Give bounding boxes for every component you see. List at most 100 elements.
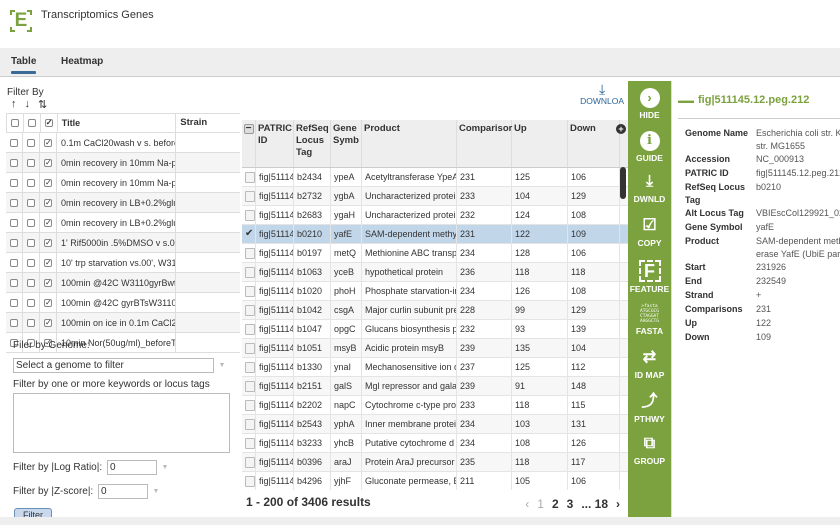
- row-select-checkbox[interactable]: [245, 438, 255, 449]
- hide-button[interactable]: › HIDE: [628, 88, 671, 120]
- gene-row[interactable]: fig|51114 b4296 yjhF Gluconate permease, E2…: [242, 472, 628, 490]
- gene-row[interactable]: fig|51114 b0197 metQ Methionine ABC transp 2…: [242, 244, 628, 263]
- experiment-down-checkbox[interactable]: [27, 158, 35, 167]
- download-button[interactable]: ⤓ DOWNLOA: [580, 82, 624, 106]
- experiment-both-checkbox[interactable]: ✓: [44, 158, 52, 167]
- experiment-both-checkbox[interactable]: ✓: [44, 198, 52, 207]
- row-select-checkbox[interactable]: [245, 267, 255, 278]
- experiment-row[interactable]: ✓ 0min recovery in 10mm Na-p: [6, 152, 240, 173]
- log-ratio-input[interactable]: 0: [107, 460, 157, 475]
- experiment-up-checkbox[interactable]: [10, 158, 18, 167]
- experiment-both-checkbox[interactable]: ✓: [44, 138, 52, 147]
- log-ratio-dropdown-icon[interactable]: ▼: [159, 460, 171, 475]
- column-header-down[interactable]: Down: [568, 120, 620, 167]
- row-select-checkbox[interactable]: [245, 400, 255, 411]
- copy-button[interactable]: ☑ COPY: [628, 216, 671, 248]
- experiment-up-checkbox[interactable]: [10, 138, 18, 147]
- experiment-both-checkbox[interactable]: ✓: [44, 218, 52, 227]
- tab-heatmap[interactable]: Heatmap: [61, 56, 103, 67]
- row-select-checkbox[interactable]: [245, 324, 255, 335]
- dwnld-button[interactable]: ⤓ DWNLD: [628, 172, 671, 204]
- column-header-up[interactable]: Up: [512, 120, 568, 167]
- gene-row[interactable]: fig|51114 b2202 napC Cytochrome c-type pro 2…: [242, 396, 628, 415]
- row-select-checkbox[interactable]: [245, 286, 255, 297]
- add-column-icon[interactable]: +: [616, 124, 626, 134]
- experiment-row[interactable]: ✓ 100min on ice in 0.1m CaCl2: [6, 312, 240, 333]
- zscore-input[interactable]: 0: [98, 484, 148, 499]
- column-header-product[interactable]: Product: [362, 120, 457, 167]
- feature-button[interactable]: F FEATURE: [628, 260, 671, 294]
- experiment-down-checkbox[interactable]: [27, 258, 35, 267]
- experiment-up-checkbox[interactable]: [10, 178, 18, 187]
- experiment-row[interactable]: ✓ 0min recovery in LB+0.2%glu: [6, 192, 240, 213]
- gene-row[interactable]: fig|51114 b1047 opgC Glucans biosynthesis p…: [242, 320, 628, 339]
- experiment-row[interactable]: ✓ 1' Rif5000in .5%DMSO v s.0: [6, 232, 240, 253]
- select-all-up-checkbox[interactable]: [10, 119, 19, 127]
- row-select-checkbox[interactable]: ✔: [245, 228, 255, 239]
- experiment-down-checkbox[interactable]: [27, 178, 35, 187]
- experiment-up-checkbox[interactable]: [10, 218, 18, 227]
- column-header-comparisons[interactable]: Comparisor: [457, 120, 512, 167]
- grid-scrollbar[interactable]: [620, 167, 626, 199]
- page-2[interactable]: 2: [552, 497, 559, 511]
- gene-row[interactable]: fig|51114 b2151 galS Mgl repressor and gala…: [242, 377, 628, 396]
- row-select-checkbox[interactable]: [245, 419, 255, 430]
- select-all-both-checkbox[interactable]: ✓: [44, 119, 53, 127]
- row-select-checkbox[interactable]: [245, 362, 255, 373]
- gene-row[interactable]: fig|51114 b2683 ygaH Uncharacterized protei…: [242, 206, 628, 225]
- experiment-row[interactable]: ✓ 100min @42C gyrBTsW3110: [6, 292, 240, 313]
- experiment-down-checkbox[interactable]: [27, 138, 35, 147]
- zscore-dropdown-icon[interactable]: ▼: [150, 484, 162, 499]
- row-select-checkbox[interactable]: [245, 381, 255, 392]
- row-select-checkbox[interactable]: [245, 210, 255, 221]
- experiment-up-checkbox[interactable]: [10, 258, 18, 267]
- sort-up-icon[interactable]: ↑: [11, 98, 17, 111]
- row-select-checkbox[interactable]: [245, 305, 255, 316]
- sort-down-icon[interactable]: ↓: [25, 98, 31, 111]
- experiment-row[interactable]: ✓ 10' trp starvation vs.00', W31: [6, 252, 240, 273]
- experiment-both-checkbox[interactable]: ✓: [44, 278, 52, 287]
- experiment-up-checkbox[interactable]: [10, 318, 18, 327]
- row-select-checkbox[interactable]: [245, 248, 255, 259]
- page-last[interactable]: ... 18: [581, 497, 608, 511]
- experiment-up-checkbox[interactable]: [10, 238, 18, 247]
- genome-select[interactable]: Select a genome to filter: [13, 358, 214, 373]
- column-header-refseq-locus-tag[interactable]: RefSeq Locus Tag: [294, 120, 331, 167]
- experiment-up-checkbox[interactable]: [10, 198, 18, 207]
- experiment-both-checkbox[interactable]: ✓: [44, 318, 52, 327]
- column-header-patric-id[interactable]: PATRIC ID: [256, 120, 294, 167]
- experiment-row[interactable]: ✓ 100min @42C W3110gyrBwt: [6, 272, 240, 293]
- gene-row[interactable]: fig|51114 b0396 araJ Protein AraJ precursor…: [242, 453, 628, 472]
- experiment-down-checkbox[interactable]: [27, 198, 35, 207]
- gene-row[interactable]: fig|51114 b1020 phoH Phosphate starvation-i…: [242, 282, 628, 301]
- select-all-down-checkbox[interactable]: [27, 119, 36, 127]
- gene-row[interactable]: fig|51114 b2732 ygbA Uncharacterized protei…: [242, 187, 628, 206]
- gene-row[interactable]: ✔ fig|51114 b0210 yafE SAM-dependent methy 23…: [242, 225, 628, 244]
- gene-row[interactable]: fig|51114 b1042 csgA Major curlin subunit p…: [242, 301, 628, 320]
- row-select-checkbox[interactable]: [245, 172, 255, 183]
- id-map-button[interactable]: ⇄ ID MAP: [628, 348, 671, 380]
- experiment-down-checkbox[interactable]: [27, 218, 35, 227]
- group-button[interactable]: ⧉ GROUP: [628, 434, 671, 466]
- tab-table[interactable]: Table: [11, 56, 37, 74]
- collapse-selection-icon[interactable]: −: [243, 124, 254, 134]
- experiment-both-checkbox[interactable]: ✓: [44, 178, 52, 187]
- experiment-both-checkbox[interactable]: ✓: [44, 238, 52, 247]
- experiment-row[interactable]: ✓ 0.1m CaCl20wash v s. before: [6, 132, 240, 153]
- gene-row[interactable]: fig|51114 b1330 ynaI Mechanosensitive ion c…: [242, 358, 628, 377]
- experiment-up-checkbox[interactable]: [10, 278, 18, 287]
- row-select-checkbox[interactable]: [245, 343, 255, 354]
- column-header-gene-symbol[interactable]: Gene Symb: [331, 120, 362, 167]
- sort-both-icon[interactable]: ⇅: [38, 98, 47, 111]
- experiment-down-checkbox[interactable]: [27, 238, 35, 247]
- gene-row[interactable]: fig|51114 b1063 yceB hypothetical protein 23…: [242, 263, 628, 282]
- row-select-checkbox[interactable]: [245, 457, 255, 468]
- keywords-textarea[interactable]: [13, 393, 230, 453]
- prev-page-button[interactable]: ‹: [525, 497, 529, 511]
- page-1[interactable]: 1: [537, 497, 544, 511]
- row-select-checkbox[interactable]: [245, 191, 255, 202]
- experiment-down-checkbox[interactable]: [27, 318, 35, 327]
- experiment-down-checkbox[interactable]: [27, 298, 35, 307]
- experiment-row[interactable]: ✓ 0min recovery in LB+0.2%glu: [6, 212, 240, 233]
- gene-row[interactable]: fig|51114 b2543 yphA Inner membrane protei 2…: [242, 415, 628, 434]
